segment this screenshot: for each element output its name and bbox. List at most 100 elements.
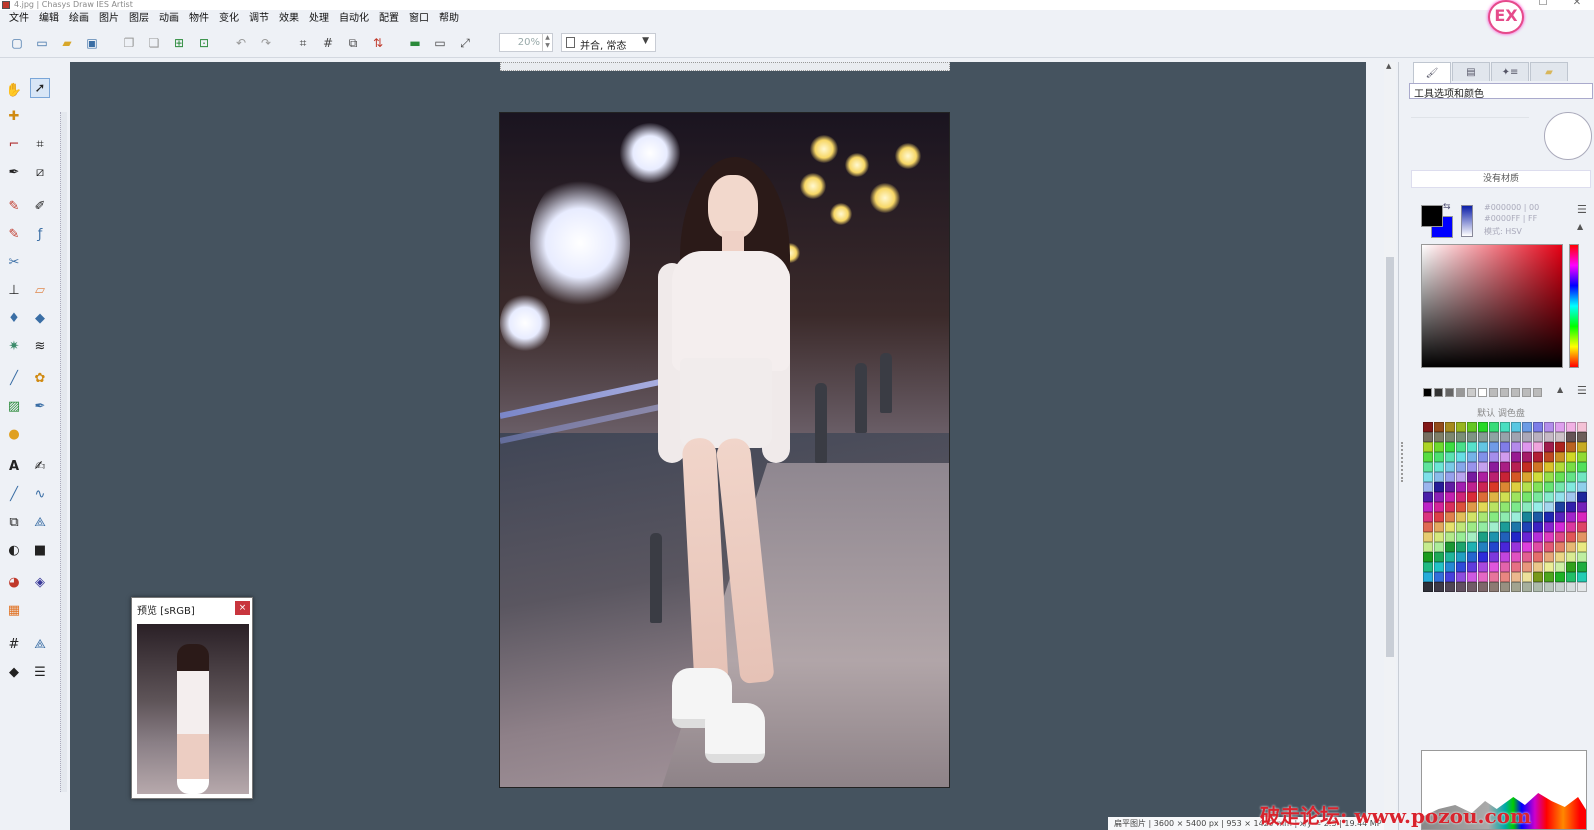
palette-swatch[interactable] — [1555, 512, 1565, 522]
palette-swatch[interactable] — [1467, 542, 1477, 552]
palette-swatch[interactable] — [1555, 572, 1565, 582]
palette-swatch[interactable] — [1511, 532, 1521, 542]
fit-icon[interactable]: ▬ — [406, 34, 424, 52]
ruler-icon[interactable]: ◆ — [4, 662, 24, 682]
crop-icon[interactable]: ⌗ — [294, 34, 312, 52]
recent-color-swatch[interactable] — [1423, 388, 1432, 397]
palette-swatch[interactable] — [1500, 452, 1510, 462]
palette-swatch[interactable] — [1511, 502, 1521, 512]
pencil-icon[interactable]: ✎ — [4, 196, 24, 216]
palette-swatch[interactable] — [1500, 432, 1510, 442]
palette-swatch[interactable] — [1423, 432, 1433, 442]
palette-swatch[interactable] — [1511, 542, 1521, 552]
palette-swatch[interactable] — [1533, 562, 1543, 572]
palette-swatch[interactable] — [1544, 502, 1554, 512]
canvas-vertical-scrollbar[interactable]: ▲ — [1384, 62, 1396, 830]
transform-icon[interactable]: ⧄ — [30, 162, 50, 182]
palette-swatch[interactable] — [1434, 452, 1444, 462]
line-brush-icon[interactable]: ╱ — [4, 368, 24, 388]
palette-swatch[interactable] — [1489, 522, 1499, 532]
menu-edit[interactable]: 编辑 — [34, 11, 64, 27]
palette-swatch[interactable] — [1500, 522, 1510, 532]
palette-swatch[interactable] — [1423, 482, 1433, 492]
recent-color-swatch[interactable] — [1522, 388, 1531, 397]
palette-swatch[interactable] — [1445, 512, 1455, 522]
palette-swatch[interactable] — [1544, 472, 1554, 482]
palette-swatch[interactable] — [1544, 422, 1554, 432]
zoom-stepper-icon[interactable]: ▲ ▼ — [542, 34, 552, 51]
palette-swatch[interactable] — [1500, 562, 1510, 572]
palette-swatch[interactable] — [1577, 492, 1587, 502]
palette-swatch[interactable] — [1489, 432, 1499, 442]
grid-icon[interactable]: # — [319, 34, 337, 52]
preview-window[interactable]: 预览 [sRGB] × — [131, 597, 253, 799]
palette-swatch[interactable] — [1555, 442, 1565, 452]
palette-swatch[interactable] — [1577, 552, 1587, 562]
palette-swatch[interactable] — [1511, 472, 1521, 482]
left-dock-splitter[interactable] — [60, 112, 67, 792]
palette-swatch[interactable] — [1533, 492, 1543, 502]
window-icon[interactable]: ▭ — [431, 34, 449, 52]
palette-swatch[interactable] — [1423, 462, 1433, 472]
new-file-icon[interactable]: ▢ — [8, 34, 26, 52]
palette-swatch[interactable] — [1456, 552, 1466, 562]
palette-swatch[interactable] — [1489, 502, 1499, 512]
palette-swatch[interactable] — [1566, 502, 1576, 512]
canvas-image[interactable] — [499, 112, 950, 788]
palette-swatch[interactable] — [1434, 492, 1444, 502]
shape-tool-icon[interactable]: ⧉ — [4, 512, 24, 532]
palette-swatch[interactable] — [1423, 502, 1433, 512]
color-picker-field[interactable] — [1421, 244, 1563, 368]
menu-file[interactable]: 文件 — [4, 11, 34, 27]
color-palette[interactable] — [1423, 422, 1587, 592]
palette-swatch[interactable] — [1434, 542, 1444, 552]
scroll-up-icon[interactable]: ▲ — [1386, 62, 1391, 70]
palette-swatch[interactable] — [1456, 582, 1466, 592]
palette-swatch[interactable] — [1577, 422, 1587, 432]
blend-mode-dropdown[interactable]: 并合, 常态 ▼ — [561, 33, 656, 52]
clone-icon[interactable]: ✂ — [4, 252, 24, 272]
scrollbar-thumb[interactable] — [1386, 257, 1394, 657]
palette-swatch[interactable] — [1500, 482, 1510, 492]
palette-swatch[interactable] — [1456, 482, 1466, 492]
palette-swatch[interactable] — [1434, 502, 1444, 512]
palette-swatch[interactable] — [1467, 582, 1477, 592]
palette-swatch[interactable] — [1489, 472, 1499, 482]
maximize-button[interactable]: ☐ — [1526, 0, 1560, 10]
copy-icon[interactable]: ❐ — [120, 34, 138, 52]
palette-swatch[interactable] — [1478, 422, 1488, 432]
palette-swatch[interactable] — [1577, 562, 1587, 572]
palette-swatch[interactable] — [1566, 562, 1576, 572]
palette-swatch[interactable] — [1478, 472, 1488, 482]
palette-swatch[interactable] — [1511, 522, 1521, 532]
palette-swatch[interactable] — [1500, 442, 1510, 452]
palette-swatch[interactable] — [1445, 482, 1455, 492]
recent-color-swatch[interactable] — [1445, 388, 1454, 397]
palette-swatch[interactable] — [1577, 452, 1587, 462]
add-layer-icon[interactable]: ⊞ — [170, 34, 188, 52]
palette-swatch[interactable] — [1566, 422, 1576, 432]
3d-box-icon[interactable]: ■ — [30, 540, 50, 560]
palette-swatch[interactable] — [1467, 562, 1477, 572]
palette-swatch[interactable] — [1544, 432, 1554, 442]
palette-swatch[interactable] — [1434, 482, 1444, 492]
palette-swatch[interactable] — [1456, 442, 1466, 452]
tab-files[interactable]: ▰ — [1530, 62, 1568, 81]
palette-swatch[interactable] — [1467, 512, 1477, 522]
palette-swatch[interactable] — [1566, 522, 1576, 532]
palette-swatch[interactable] — [1478, 462, 1488, 472]
palette-swatch[interactable] — [1577, 432, 1587, 442]
palette-swatch[interactable] — [1467, 502, 1477, 512]
palette-swatch[interactable] — [1522, 502, 1532, 512]
palette-swatch[interactable] — [1445, 432, 1455, 442]
palette-swatch[interactable] — [1456, 472, 1466, 482]
palette-swatch[interactable] — [1434, 442, 1444, 452]
redo-icon[interactable]: ↷ — [257, 34, 275, 52]
preview-close-button[interactable]: × — [235, 601, 250, 615]
recent-color-swatch[interactable] — [1467, 388, 1476, 397]
palette-swatch[interactable] — [1577, 542, 1587, 552]
palette-swatch[interactable] — [1533, 532, 1543, 542]
palette-swatch[interactable] — [1500, 572, 1510, 582]
palette-swatch[interactable] — [1544, 462, 1554, 472]
palette-swatch[interactable] — [1522, 422, 1532, 432]
